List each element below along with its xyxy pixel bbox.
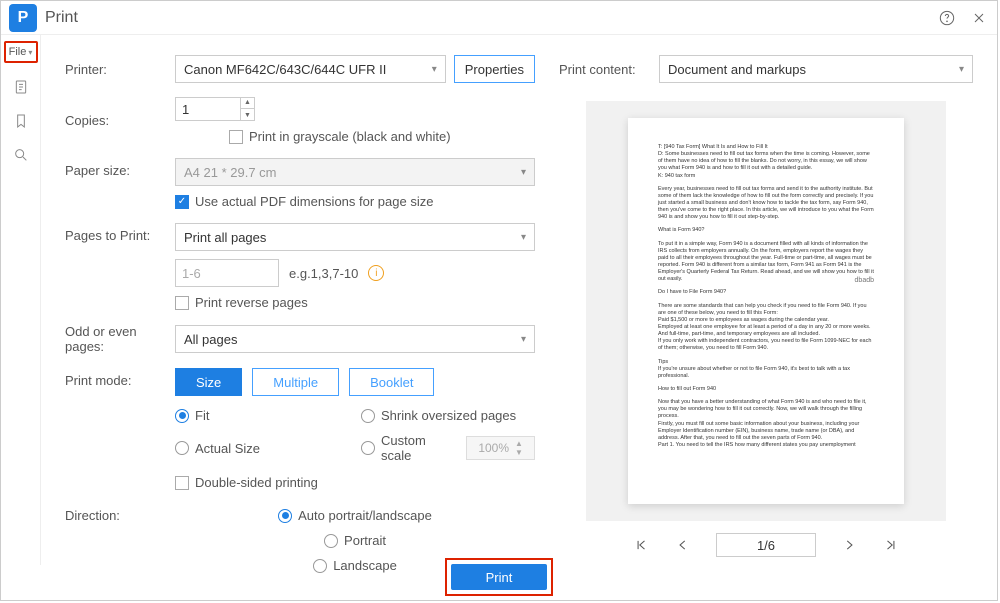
print-content-select[interactable]: Document and markups▾ (659, 55, 973, 83)
auto-orientation-radio[interactable] (278, 509, 292, 523)
preview-page: T: [940 Tax Form] What It Is and How to … (628, 118, 904, 504)
mode-size-button[interactable]: Size (175, 368, 242, 396)
shrink-radio[interactable] (361, 409, 375, 423)
properties-button[interactable]: Properties (454, 55, 535, 83)
actual-size-radio[interactable] (175, 441, 189, 455)
print-content-label: Print content: (559, 62, 659, 77)
paper-size-label: Paper size: (65, 158, 175, 178)
custom-scale-radio[interactable] (361, 441, 375, 455)
portrait-radio[interactable] (324, 534, 338, 548)
page-range-example: e.g.1,3,7-10 (289, 266, 358, 281)
bookmark-icon[interactable] (11, 111, 31, 131)
mode-booklet-button[interactable]: Booklet (349, 368, 434, 396)
direction-label: Direction: (65, 508, 175, 523)
double-sided-checkbox[interactable] (175, 476, 189, 490)
printer-label: Printer: (65, 62, 175, 77)
mode-multiple-button[interactable]: Multiple (252, 368, 339, 396)
help-icon[interactable] (937, 8, 957, 28)
file-menu-button[interactable]: File▾ (4, 41, 38, 63)
odd-even-select[interactable]: All pages▾ (175, 325, 535, 353)
first-page-button[interactable] (632, 536, 650, 554)
print-preview: T: [940 Tax Form] What It Is and How to … (586, 101, 946, 521)
reverse-pages-checkbox[interactable] (175, 296, 189, 310)
print-mode-label: Print mode: (65, 368, 175, 388)
app-logo-icon: P (9, 4, 37, 32)
page-range-input[interactable]: 1-6 (175, 259, 279, 287)
double-sided-label: Double-sided printing (195, 475, 318, 490)
last-page-button[interactable] (882, 536, 900, 554)
print-button[interactable]: Print (451, 564, 547, 590)
search-icon[interactable] (11, 145, 31, 165)
prev-page-button[interactable] (674, 536, 692, 554)
window-title: Print (45, 9, 937, 27)
printer-select[interactable]: Canon MF642C/643C/644C UFR II▾ (175, 55, 446, 83)
pages-to-print-label: Pages to Print: (65, 223, 175, 243)
use-actual-dimensions-checkbox[interactable]: ✓ (175, 195, 189, 209)
reverse-pages-label: Print reverse pages (195, 295, 308, 310)
copies-label: Copies: (65, 113, 175, 128)
document-icon[interactable] (11, 77, 31, 97)
paper-size-select[interactable]: A4 21 * 29.7 cm▾ (175, 158, 535, 186)
odd-even-label: Odd or even pages: (65, 324, 175, 354)
use-actual-dimensions-label: Use actual PDF dimensions for page size (195, 194, 433, 209)
fit-radio[interactable] (175, 409, 189, 423)
close-icon[interactable] (969, 8, 989, 28)
next-page-button[interactable] (840, 536, 858, 554)
custom-scale-input[interactable]: 100% ▲▼ (466, 436, 535, 460)
info-icon[interactable]: i (368, 265, 384, 281)
grayscale-checkbox[interactable] (229, 130, 243, 144)
pages-to-print-select[interactable]: Print all pages▾ (175, 223, 535, 251)
grayscale-label: Print in grayscale (black and white) (249, 129, 451, 144)
page-indicator[interactable]: 1/6 (716, 533, 816, 557)
copies-stepper[interactable]: 1 ▲▼ (175, 97, 255, 121)
